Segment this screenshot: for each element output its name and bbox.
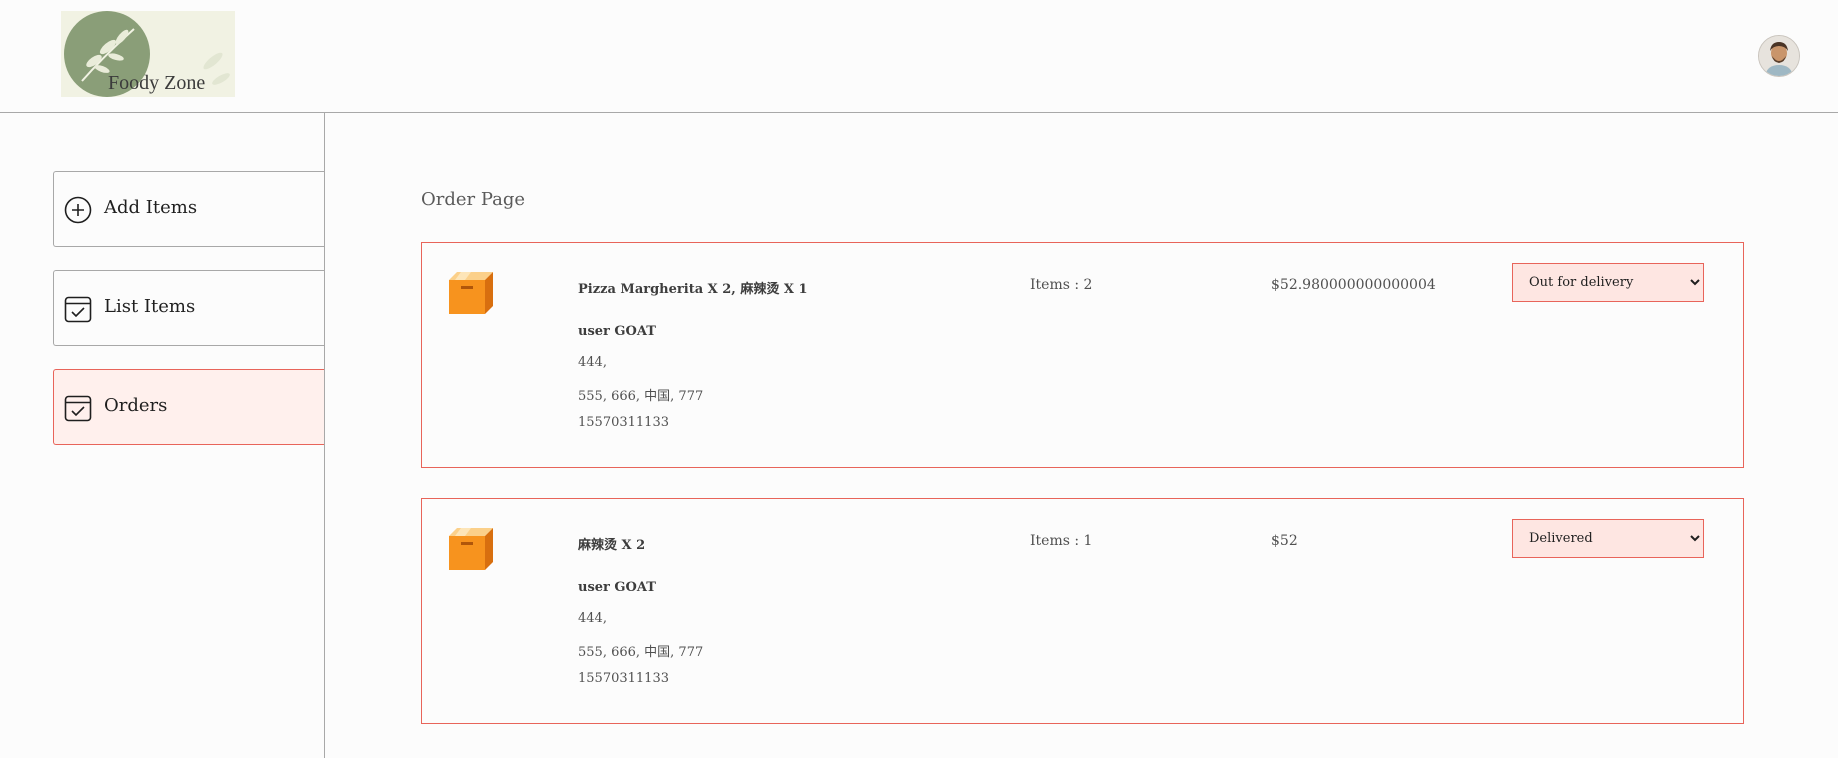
calendar-check-icon xyxy=(64,395,92,422)
parcel-box-icon xyxy=(449,528,493,570)
plus-circle-icon xyxy=(64,196,92,224)
logo-text: Foody Zone xyxy=(108,72,206,94)
sidebar-item-label: Add Items xyxy=(104,197,198,218)
order-item-count: Items : 1 xyxy=(1030,533,1093,549)
order-address-line2: 555, 666, 中国, 777 xyxy=(578,645,704,660)
order-status-select[interactable]: Food Processing Out for delivery Deliver… xyxy=(1512,263,1704,302)
parcel-box-icon xyxy=(449,272,493,314)
calendar-check-icon xyxy=(64,296,92,323)
foody-zone-logo[interactable]: Foody Zone xyxy=(61,11,235,97)
sidebar-item-label: Orders xyxy=(104,395,168,416)
profile-avatar[interactable] xyxy=(1758,35,1800,77)
order-card: Pizza Margherita X 2, 麻辣烫 X 1 user GOAT … xyxy=(421,242,1744,468)
order-phone: 15570311133 xyxy=(578,671,669,686)
order-address-line1: 444, xyxy=(578,611,607,626)
order-status-select[interactable]: Food Processing Out for delivery Deliver… xyxy=(1512,519,1704,558)
order-amount: $52.980000000000004 xyxy=(1271,277,1436,293)
order-items-text: 麻辣烫 X 2 xyxy=(578,538,646,553)
order-card: 麻辣烫 X 2 user GOAT 444, 555, 666, 中国, 777… xyxy=(421,498,1744,724)
top-navbar: Foody Zone xyxy=(0,0,1838,113)
order-item-count: Items : 2 xyxy=(1030,277,1093,293)
order-phone: 15570311133 xyxy=(578,415,669,430)
sidebar-item-list-items[interactable]: List Items xyxy=(53,270,324,346)
sidebar-item-label: List Items xyxy=(104,296,196,317)
order-customer-name: user GOAT xyxy=(578,324,656,339)
sidebar-item-add-items[interactable]: Add Items xyxy=(53,171,324,247)
page-title: Order Page xyxy=(421,189,526,210)
sidebar-item-orders[interactable]: Orders xyxy=(53,369,324,445)
order-items-text: Pizza Margherita X 2, 麻辣烫 X 1 xyxy=(578,282,808,297)
order-address-line1: 444, xyxy=(578,355,607,370)
order-customer-name: user GOAT xyxy=(578,580,656,595)
order-page: Order Page Pizza Margherita X 2, 麻辣烫 X 1… xyxy=(325,113,1838,758)
order-address-line2: 555, 666, 中国, 777 xyxy=(578,389,704,404)
sidebar: Add Items List Items Orders xyxy=(0,113,325,758)
order-amount: $52 xyxy=(1271,533,1298,549)
